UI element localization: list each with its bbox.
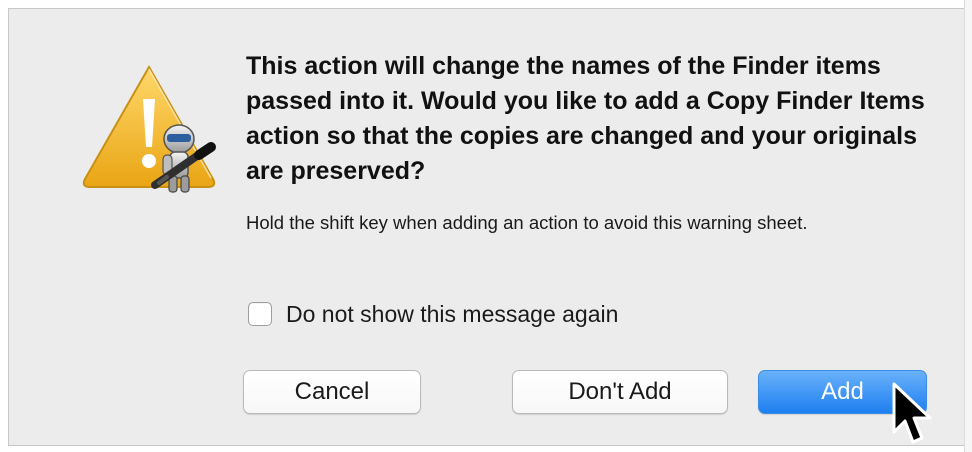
dont-add-button[interactable]: Don't Add: [512, 370, 728, 414]
window-edge: [964, 0, 972, 452]
alert-dialog: This action will change the names of the…: [8, 8, 965, 446]
suppress-checkbox-row[interactable]: Do not show this message again: [248, 299, 618, 329]
informative-text: Hold the shift key when adding an action…: [246, 212, 808, 233]
alert-message: This action will change the names of the…: [246, 52, 925, 185]
arrow-pointer-icon: [892, 382, 932, 444]
automator-warning-icon: [82, 64, 216, 193]
suppress-checkbox[interactable]: [248, 302, 272, 326]
suppress-checkbox-label[interactable]: Do not show this message again: [286, 301, 618, 328]
cancel-button[interactable]: Cancel: [243, 370, 421, 414]
